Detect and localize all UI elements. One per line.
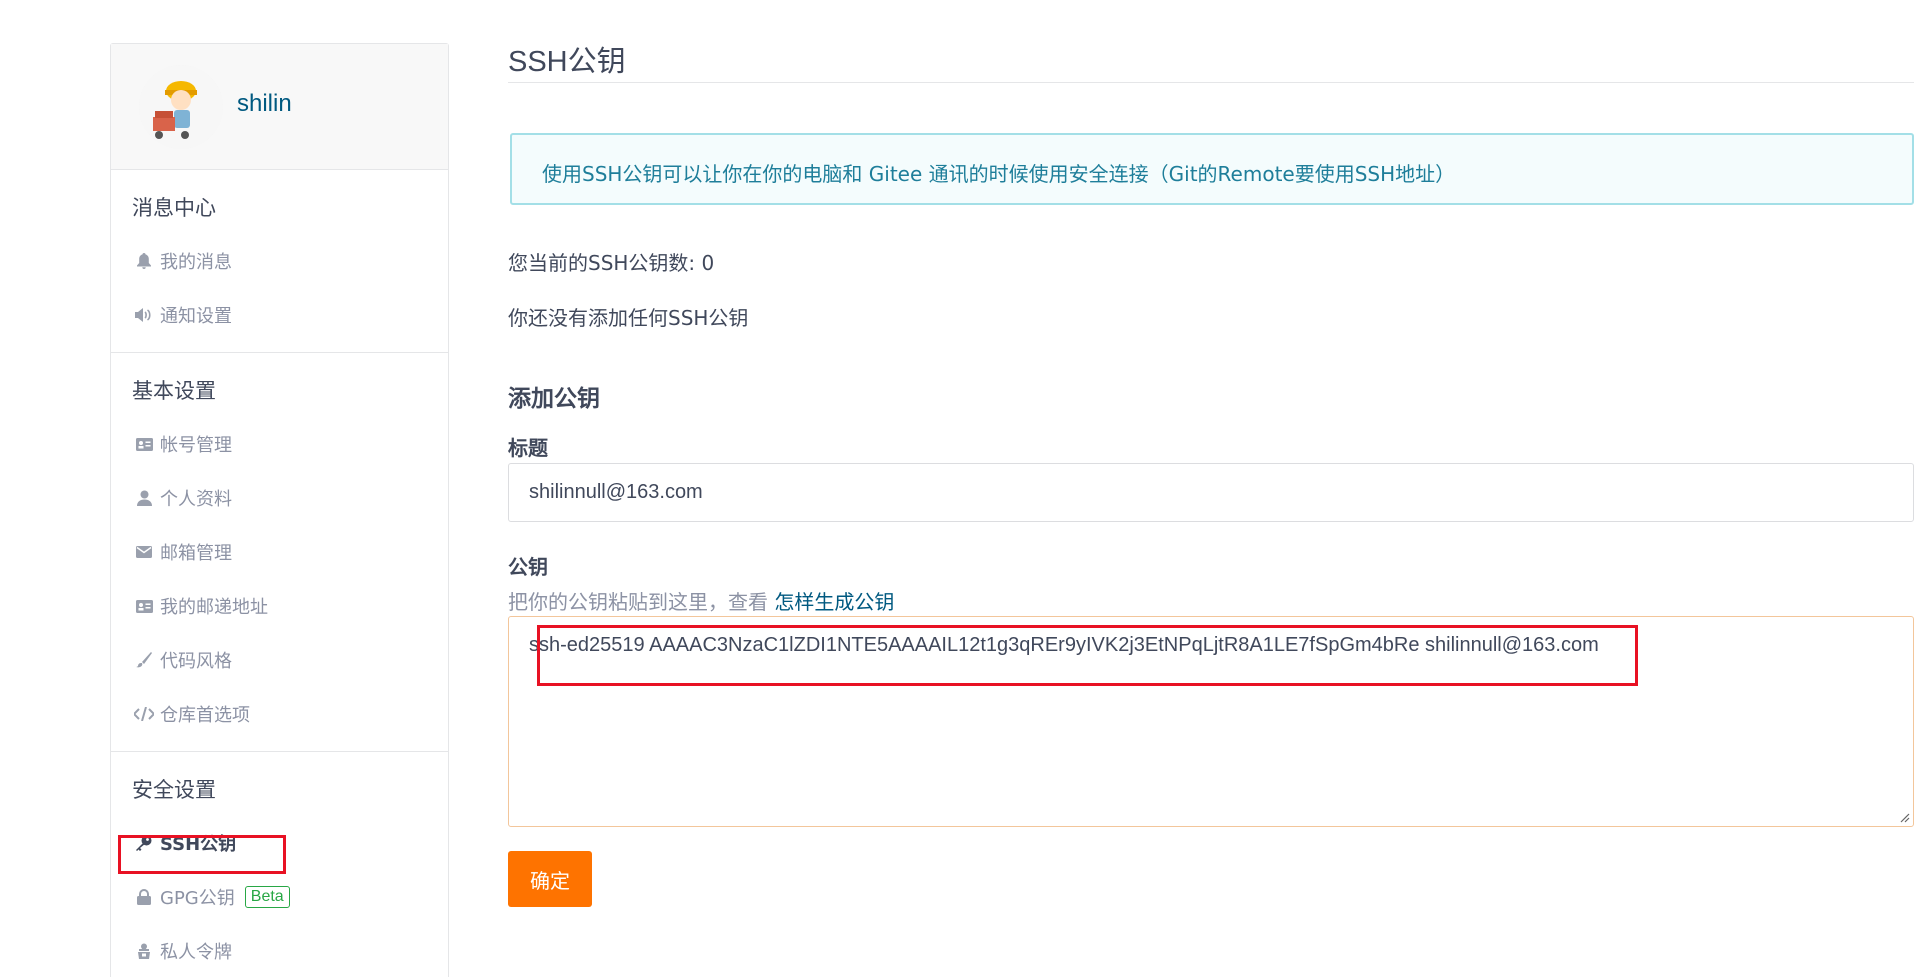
sidebar-item-profile[interactable]: 个人资料 (111, 471, 448, 525)
sidebar-item-repo-preferences[interactable]: 仓库首选项 (111, 687, 448, 741)
sidebar-item-mailing-address[interactable]: 我的邮递地址 (111, 579, 448, 633)
key-hint: 把你的公钥粘贴到这里，查看 怎样生成公钥 (508, 586, 894, 615)
ssh-key-count: 您当前的SSH公钥数: 0 (508, 251, 715, 275)
sidebar-section-messages: 消息中心 我的消息 通知设置 (111, 170, 448, 353)
beta-badge: Beta (244, 886, 290, 908)
title-field-label: 标题 (508, 436, 548, 460)
title-input[interactable] (508, 463, 1914, 522)
sidebar-item-gpg-keys[interactable]: GPG公钥 Beta (111, 870, 448, 924)
sidebar-item-notification-settings[interactable]: 通知设置 (111, 288, 448, 342)
how-to-generate-key-link[interactable]: 怎样生成公钥 (774, 590, 894, 614)
user-icon (132, 488, 156, 508)
avatar[interactable] (139, 65, 223, 149)
highlight-box-ssh-nav (118, 835, 286, 874)
section-title: 消息中心 (132, 196, 216, 220)
bell-icon (132, 251, 156, 271)
empty-keys-message: 你还没有添加任何SSH公钥 (508, 306, 749, 330)
resize-grip-icon[interactable] (1898, 811, 1910, 823)
sidebar-section-basic: 基本设置 帐号管理 个人资料 邮箱管理 我的邮递地址 代码风格 仓库首选项 (111, 353, 448, 752)
key-hint-text: 把你的公钥粘贴到这里，查看 (508, 590, 768, 614)
sidebar-item-private-tokens[interactable]: 私人令牌 (111, 924, 448, 977)
sidebar-item-my-messages[interactable]: 我的消息 (111, 234, 448, 288)
sidebar-item-label: 个人资料 (160, 489, 232, 510)
info-message: 使用SSH公钥可以让你在你的电脑和 Gitee 通讯的时候使用安全连接（Git的… (510, 133, 1914, 205)
user-profile-box: shilin (111, 44, 448, 170)
sidebar-item-label: 帐号管理 (160, 435, 232, 456)
token-icon (132, 941, 156, 961)
highlight-box-key-value (537, 625, 1638, 686)
sidebar-item-email[interactable]: 邮箱管理 (111, 525, 448, 579)
sidebar-item-code-style[interactable]: 代码风格 (111, 633, 448, 687)
add-key-heading: 添加公钥 (508, 386, 600, 412)
sidebar-item-label: GPG公钥 (160, 888, 235, 909)
page-title: SSH公钥 (508, 46, 626, 78)
section-title: 基本设置 (132, 379, 216, 403)
address-card-icon (132, 596, 156, 616)
sidebar-item-label: 邮箱管理 (160, 543, 232, 564)
id-card-icon (132, 434, 156, 454)
sidebar-item-label: 私人令牌 (160, 942, 232, 963)
sidebar-item-label: 代码风格 (160, 651, 232, 672)
username[interactable]: shilin (237, 90, 292, 118)
speaker-icon (132, 305, 156, 325)
sidebar-item-label: 我的消息 (160, 252, 232, 273)
sidebar-item-label: 仓库首选项 (160, 705, 250, 726)
sidebar-item-label: 我的邮递地址 (160, 597, 268, 618)
section-title: 安全设置 (132, 778, 216, 802)
sidebar-item-label: 通知设置 (160, 306, 232, 327)
info-text: 使用SSH公钥可以让你在你的电脑和 Gitee 通讯的时候使用安全连接（Git的… (542, 162, 1456, 186)
submit-button[interactable]: 确定 (508, 851, 592, 907)
sidebar-item-account[interactable]: 帐号管理 (111, 417, 448, 471)
lock-icon (132, 887, 156, 907)
main-content: SSH公钥 使用SSH公钥可以让你在你的电脑和 Gitee 通讯的时候使用安全连… (508, 0, 1914, 977)
code-icon (132, 704, 156, 724)
brush-icon (132, 650, 156, 670)
key-field-label: 公钥 (508, 555, 548, 579)
title-divider (508, 82, 1914, 83)
envelope-icon (132, 542, 156, 562)
